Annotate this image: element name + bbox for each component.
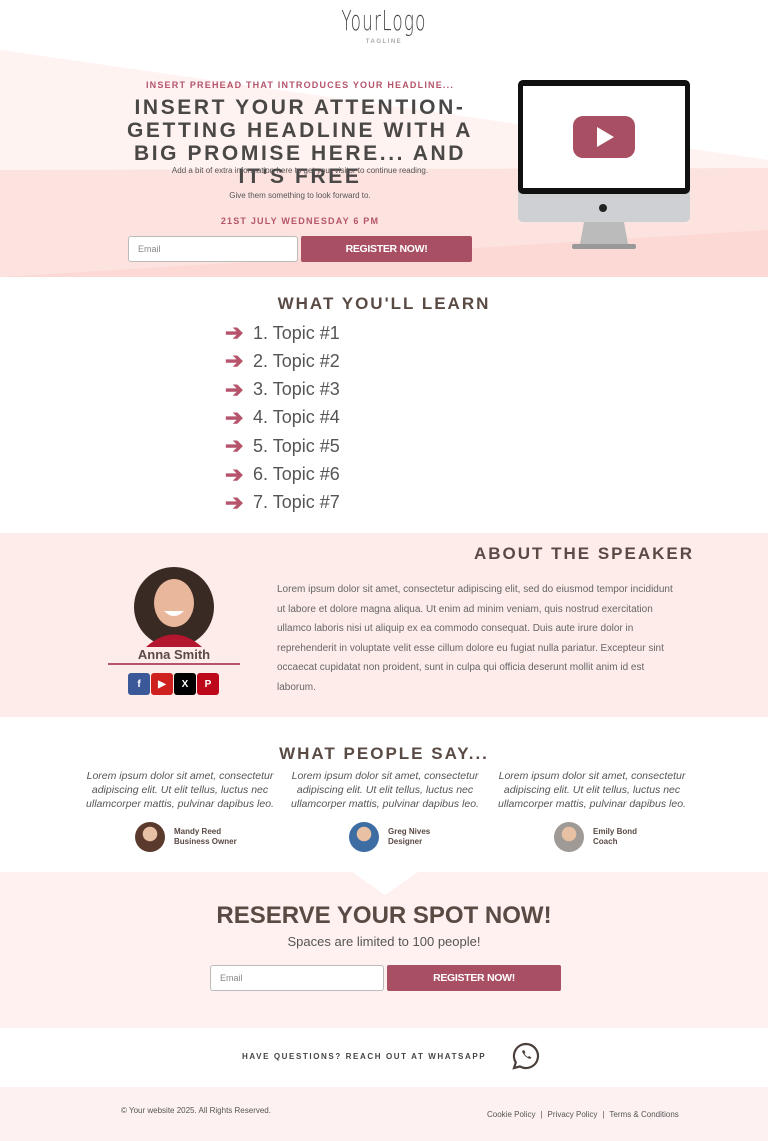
- testimonial-quote: Lorem ipsum dolor sit amet, consectetur …: [498, 770, 686, 810]
- author-name: Mandy Reed: [174, 827, 222, 836]
- privacy-policy-link[interactable]: Privacy Policy: [548, 1110, 598, 1119]
- terms-link[interactable]: Terms & Conditions: [609, 1110, 678, 1119]
- about-title: ABOUT THE SPEAKER: [473, 544, 695, 563]
- testimonial-author: Greg Nives Designer: [349, 822, 430, 852]
- topic-label: 6. Topic #6: [253, 464, 340, 484]
- author-role: Designer: [388, 837, 423, 846]
- topic-label: 1. Topic #1: [253, 322, 340, 343]
- testimonial-quote: Lorem ipsum dolor sit amet, consectetur …: [291, 770, 479, 810]
- author-name: Greg Nives: [388, 827, 431, 836]
- author-avatar: [135, 822, 165, 852]
- register-button[interactable]: REGISTER NOW!: [301, 236, 472, 262]
- arrow-right-icon: ➔: [225, 461, 244, 487]
- logo[interactable]: YourLogo: [154, 4, 615, 37]
- testimonials-title: WHAT PEOPLE SAY...: [279, 744, 489, 763]
- testimonial-author: Mandy Reed Business Owner: [135, 822, 237, 852]
- testimonial-author: Emily Bond Coach: [554, 822, 637, 852]
- topic-label: 7. Topic #7: [253, 492, 340, 513]
- topic-label: 4. Topic #4: [253, 407, 340, 428]
- arrow-right-icon: ➔: [225, 489, 244, 515]
- topic-item: ➔ 3. Topic #3: [225, 376, 340, 402]
- reserve-email-input[interactable]: Email: [210, 965, 384, 991]
- copyright: © Your website 2025. All Rights Reserved…: [121, 1106, 271, 1115]
- footer-links: Cookie Policy | Privacy Policy | Terms & C…: [487, 1110, 679, 1119]
- facebook-icon[interactable]: f: [128, 673, 150, 695]
- topic-item: ➔ 6. Topic #6: [225, 461, 340, 487]
- notch: [352, 872, 418, 895]
- arrow-right-icon: ➔: [225, 376, 244, 402]
- event-date: 21ST JULY WEDNESDAY 6 PM: [220, 216, 380, 226]
- topic-item: ➔ 2. Topic #2: [225, 348, 340, 374]
- topic-item: ➔ 5. Topic #5: [225, 433, 340, 459]
- topic-label: 3. Topic #3: [253, 379, 340, 400]
- author-role: Coach: [593, 837, 618, 846]
- monitor-video-image[interactable]: [516, 78, 692, 252]
- separator: |: [540, 1110, 543, 1119]
- pinterest-icon[interactable]: P: [197, 673, 219, 695]
- speaker-avatar: [134, 567, 214, 647]
- speaker-name: Anna Smith: [137, 647, 211, 662]
- author-avatar: [349, 822, 379, 852]
- separator: |: [602, 1110, 605, 1119]
- whatsapp-text: HAVE QUESTIONS? REACH OUT AT WHATSAPP: [242, 1052, 487, 1061]
- arrow-right-icon: ➔: [225, 433, 244, 459]
- topic-item: ➔ 7. Topic #7: [225, 489, 340, 515]
- topic-item: ➔ 4. Topic #4: [225, 404, 340, 430]
- learn-title: WHAT YOU'LL LEARN: [277, 294, 491, 313]
- topic-label: 2. Topic #2: [253, 350, 340, 371]
- arrow-right-icon: ➔: [225, 320, 244, 345]
- prehead: INSERT PREHEAD THAT INTRODUCES YOUR HEAD…: [145, 80, 455, 90]
- speaker-bio: Lorem ipsum dolor sit amet, consectetur …: [277, 584, 673, 693]
- cookie-policy-link[interactable]: Cookie Policy: [487, 1110, 535, 1119]
- author-role: Business Owner: [174, 837, 237, 846]
- reserve-title: RESERVE YOUR SPOT NOW!: [216, 902, 552, 929]
- hero-subtext-1: Add a bit of extra information here to g…: [171, 166, 429, 175]
- name-divider: [108, 663, 240, 665]
- reserve-register-button[interactable]: REGISTER NOW!: [387, 965, 561, 991]
- youtube-icon[interactable]: ▶: [151, 673, 173, 695]
- topic-item: ➔ 1. Topic #1: [225, 320, 340, 345]
- reserve-subtitle: Spaces are limited to 100 people!: [287, 934, 481, 949]
- author-avatar: [554, 822, 584, 852]
- whatsapp-icon[interactable]: [511, 1041, 541, 1071]
- hero-subtext-2: Give them something to look forward to.: [229, 191, 371, 200]
- author-name: Emily Bond: [593, 827, 638, 836]
- topic-label: 5. Topic #5: [253, 435, 340, 456]
- email-input[interactable]: Email: [128, 236, 298, 262]
- arrow-right-icon: ➔: [225, 348, 244, 374]
- x-icon[interactable]: X: [174, 673, 196, 695]
- tagline: TAGLINE: [365, 39, 403, 45]
- arrow-right-icon: ➔: [225, 404, 244, 430]
- testimonial-quote: Lorem ipsum dolor sit amet, consectetur …: [86, 770, 274, 810]
